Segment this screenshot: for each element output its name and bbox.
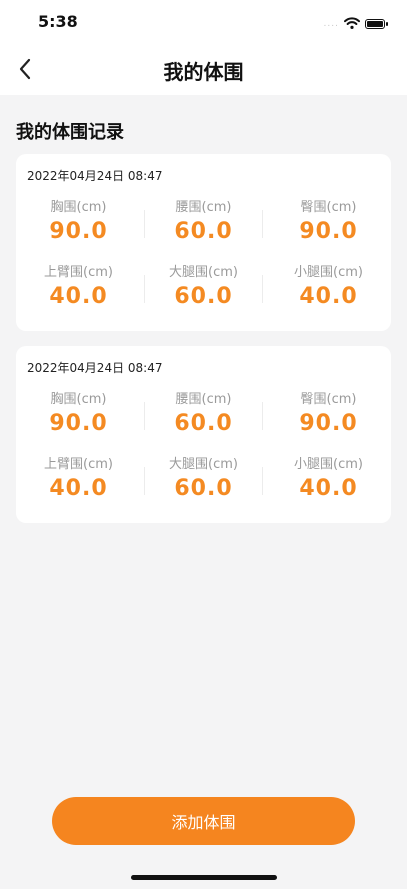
measurement-label: 腰围(cm) (175, 392, 232, 407)
divider (144, 275, 145, 303)
measurement-label: 大腿围(cm) (169, 457, 238, 472)
add-measurement-button[interactable]: 添加体围 (52, 797, 355, 845)
measurement-label: 腰围(cm) (175, 200, 232, 215)
divider (144, 467, 145, 495)
measurement-label: 臀围(cm) (300, 200, 357, 215)
divider (262, 275, 263, 303)
measurement-value: 40.0 (299, 284, 358, 309)
measurement-value: 40.0 (49, 284, 108, 309)
measurement-upper-arm: 上臂围(cm) 40.0 (16, 451, 141, 516)
measurement-upper-arm: 上臂围(cm) 40.0 (16, 259, 141, 324)
measurement-value: 40.0 (299, 476, 358, 501)
record-date: 2022年04月24日 08:47 (27, 361, 163, 375)
measurement-value: 40.0 (49, 476, 108, 501)
measurement-waist: 腰围(cm) 60.0 (141, 194, 266, 259)
measurement-label: 小腿围(cm) (294, 457, 363, 472)
status-indicators: .... (323, 14, 388, 33)
record-card[interactable]: 2022年04月24日 08:47 胸围(cm) 90.0 腰围(cm) 60.… (16, 346, 391, 523)
measurement-hip: 臀围(cm) 90.0 (266, 386, 391, 451)
divider (144, 210, 145, 238)
measurement-value: 60.0 (174, 411, 233, 436)
measurement-grid: 胸围(cm) 90.0 腰围(cm) 60.0 臀围(cm) 90.0 上臂围(… (16, 194, 391, 324)
record-date: 2022年04月24日 08:47 (27, 169, 163, 183)
measurement-thigh: 大腿围(cm) 60.0 (141, 259, 266, 324)
wifi-icon (344, 14, 360, 33)
measurement-grid: 胸围(cm) 90.0 腰围(cm) 60.0 臀围(cm) 90.0 上臂围(… (16, 386, 391, 516)
home-indicator (131, 875, 277, 880)
section-title: 我的体围记录 (16, 122, 124, 143)
measurement-label: 胸围(cm) (50, 200, 107, 215)
measurement-calf: 小腿围(cm) 40.0 (266, 259, 391, 324)
measurement-value: 90.0 (49, 411, 108, 436)
battery-icon (365, 18, 388, 29)
measurement-hip: 臀围(cm) 90.0 (266, 194, 391, 259)
measurement-value: 60.0 (174, 219, 233, 244)
measurement-value: 90.0 (299, 219, 358, 244)
measurement-label: 上臂围(cm) (44, 457, 113, 472)
measurement-label: 大腿围(cm) (169, 265, 238, 280)
measurement-value: 60.0 (174, 476, 233, 501)
measurement-label: 胸围(cm) (50, 392, 107, 407)
measurement-label: 上臂围(cm) (44, 265, 113, 280)
divider (262, 402, 263, 430)
measurement-label: 小腿围(cm) (294, 265, 363, 280)
measurement-value: 90.0 (49, 219, 108, 244)
measurement-thigh: 大腿围(cm) 60.0 (141, 451, 266, 516)
header: 5:38 .... 我的体围 (0, 0, 407, 95)
status-time: 5:38 (38, 12, 78, 31)
record-card[interactable]: 2022年04月24日 08:47 胸围(cm) 90.0 腰围(cm) 60.… (16, 154, 391, 331)
measurement-value: 90.0 (299, 411, 358, 436)
divider (144, 402, 145, 430)
measurement-chest: 胸围(cm) 90.0 (16, 194, 141, 259)
measurement-waist: 腰围(cm) 60.0 (141, 386, 266, 451)
signal-dots: .... (323, 18, 339, 29)
measurement-chest: 胸围(cm) 90.0 (16, 386, 141, 451)
divider (262, 467, 263, 495)
measurement-label: 臀围(cm) (300, 392, 357, 407)
measurement-value: 60.0 (174, 284, 233, 309)
divider (262, 210, 263, 238)
page-title: 我的体围 (163, 60, 244, 84)
measurement-calf: 小腿围(cm) 40.0 (266, 451, 391, 516)
